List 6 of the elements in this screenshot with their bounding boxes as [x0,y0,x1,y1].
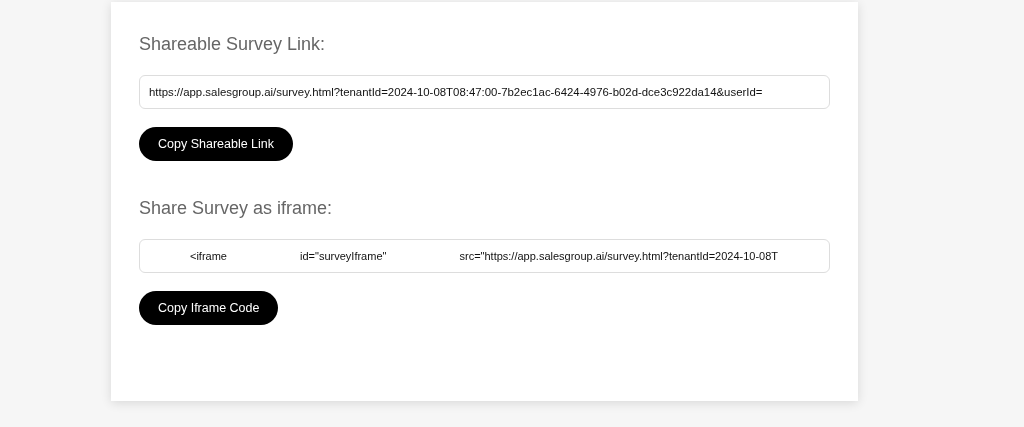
section-heading: Shareable Survey Link: [139,33,327,56]
section-heading: Share Survey as iframe: [139,197,334,220]
text-field[interactable]: https://app.salesgroup.ai/survey.html?tenantId=2024-10-08T08:47:00-7b2ec1ac-6424-4976-b02d-dce3c922da14&userId= [139,75,830,109]
copy-button[interactable]: Copy Iframe Code [139,291,279,325]
text-field[interactable]: <iframe id="surveyIframe" src="https://app.salesgroup.ai/survey.html?tenantId=2024-10-08T [139,239,830,273]
copy-button[interactable]: Copy Shareable Link [139,127,294,161]
